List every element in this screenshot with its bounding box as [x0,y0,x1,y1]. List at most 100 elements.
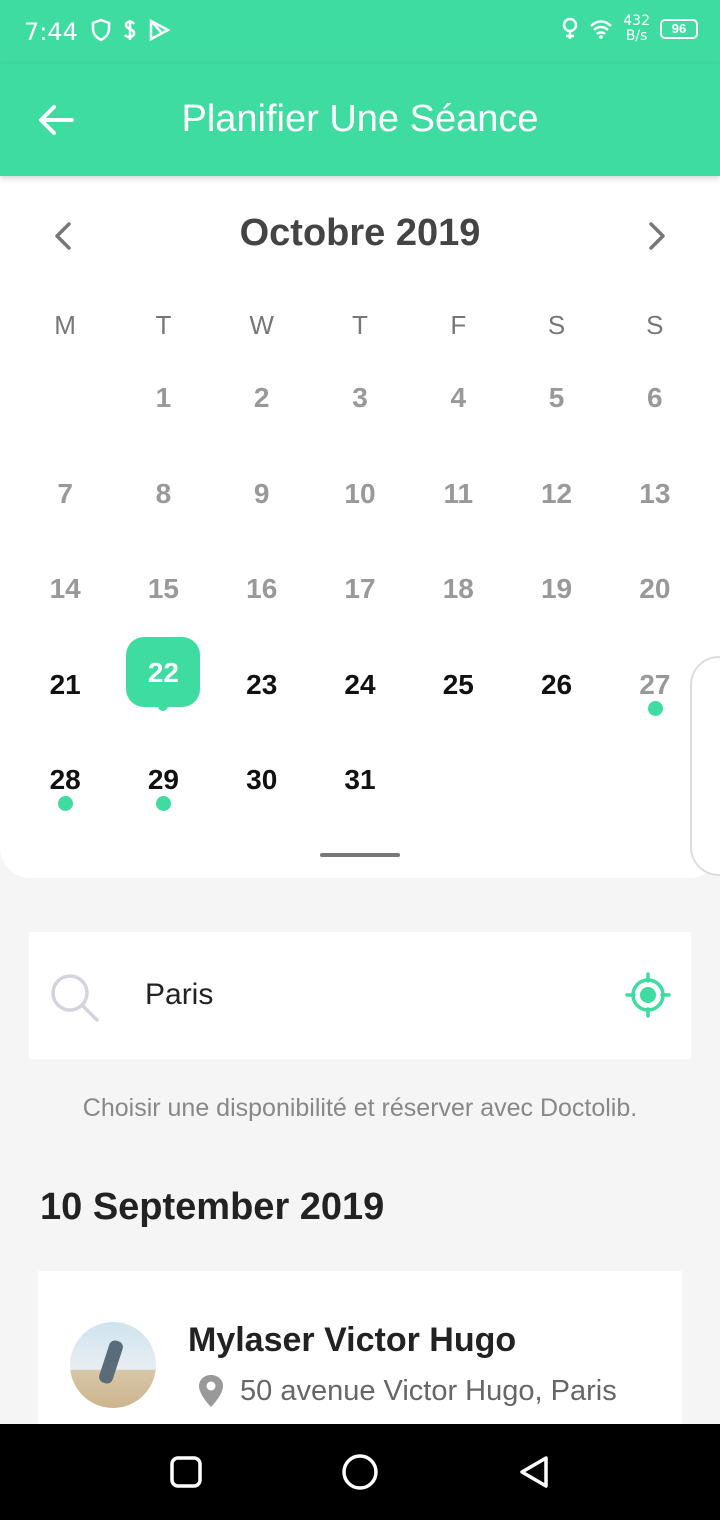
calendar-day-number: 8 [155,477,172,509]
calendar-empty-cell [409,732,507,828]
calendar-day[interactable]: 23 [213,637,311,733]
availability-dot [58,796,73,811]
calendar-month-label: Octobre 2019 [239,212,481,254]
chevron-right-icon[interactable] [636,216,676,256]
my-location-icon[interactable] [625,972,671,1018]
page-title: Planifier Une Séance [181,98,539,140]
practitioner-card[interactable]: Mylaser Victor Hugo 50 avenue Victor Hug… [38,1271,682,1441]
notification-icons [90,18,170,42]
calendar-day-number: 11 [443,477,474,509]
side-panel-tab[interactable] [690,656,720,876]
calendar-day[interactable]: 3 [311,350,409,446]
search-input[interactable]: Paris [145,978,213,1012]
calendar-day[interactable]: 20 [606,541,704,637]
calendar-day[interactable]: 15 [114,541,212,637]
location-search[interactable]: Paris [29,932,691,1059]
calendar-day[interactable]: 28 [16,732,114,828]
calendar-day[interactable]: 14 [16,541,114,637]
calendar-day[interactable]: 10 [311,446,409,542]
back-triangle-icon[interactable] [514,1452,554,1492]
wifi-icon [590,20,613,39]
weekday-label: F [450,310,467,340]
calendar-empty-cell [16,350,114,446]
calendar-day[interactable]: 4 [409,350,507,446]
calendar-day[interactable]: 29 [114,732,212,828]
calendar-day-number: 12 [540,477,573,509]
calendar-day[interactable]: 16 [213,541,311,637]
calendar-day-number: 5 [548,382,565,413]
calendar-day[interactable]: 7 [16,446,114,542]
calendar-week-row: 14 15 16 17 18 19 20 [16,541,704,637]
calendar-day-number: 31 [344,764,376,795]
calendar-day-number: 16 [246,573,278,604]
calendar-day[interactable]: 5 [507,350,605,446]
calendar-day-number: 17 [344,573,376,604]
search-icon [51,974,99,1022]
selected-day-marker [158,700,169,711]
calendar: Octobre 2019 M T W T F S S 1 2 3 4 5 6 7 8 9 10 11… [0,176,720,878]
calendar-day[interactable]: 17 [311,541,409,637]
calendar-day-number: 14 [49,573,81,604]
weekday-header: M T W T F S S [16,310,704,341]
drag-handle[interactable] [320,853,400,857]
calendar-day-selected[interactable]: 22 [114,636,212,733]
weekday-label: T [155,310,172,340]
dollar-icon [123,20,136,40]
calendar-day[interactable]: 8 [114,446,212,542]
calendar-day-number: 3 [352,382,368,413]
calendar-day[interactable]: 6 [606,350,704,446]
calendar-day[interactable]: 26 [507,637,605,733]
calendar-day[interactable]: 25 [409,637,507,733]
calendar-day-number: 6 [647,382,663,413]
shield-icon [91,18,111,42]
calendar-day[interactable]: 18 [409,541,507,637]
avatar [70,1322,156,1408]
calendar-day-number: 22 [147,656,179,688]
weekday-label: T [352,310,368,340]
calendar-week-row: 7 8 9 10 11 12 13 [16,446,704,542]
net-speed-unit: B/s [625,28,648,44]
calendar-day-number: 23 [246,668,278,700]
system-status-icons: 432 B/s 96 [561,14,698,44]
calendar-day-number: 26 [540,668,573,700]
calendar-day-number: 29 [147,764,179,795]
map-pin-icon [199,1375,223,1407]
calendar-day[interactable]: 11 [409,446,507,542]
recent-apps-icon[interactable] [166,1452,206,1492]
hint-text: Choisir une disponibilité et réserver av… [82,1094,638,1122]
calendar-day[interactable]: 2 [213,350,311,446]
net-speed-value: 432 [623,13,650,29]
app-bar: Planifier Une Séance [0,64,720,176]
status-time: 7:44 [24,18,78,46]
calendar-week-row: 1 2 3 4 5 6 [16,350,704,446]
weekday-label: M [54,310,76,340]
calendar-day-number: 1 [155,382,172,413]
calendar-day-number: 25 [442,668,474,700]
calendar-day[interactable]: 13 [606,446,704,542]
calendar-day[interactable]: 19 [507,541,605,637]
calendar-day[interactable]: 31 [311,732,409,828]
calendar-day-number: 9 [253,477,270,509]
calendar-day[interactable]: 21 [16,637,114,733]
availability-dot [156,796,172,811]
calendar-day[interactable]: 12 [507,446,605,542]
date-heading: 10 September 2019 [40,1186,385,1228]
calendar-day[interactable]: 9 [213,446,311,542]
calendar-day-number: 4 [450,382,467,413]
calendar-week-row: 21 22 23 24 25 26 27 [16,636,704,733]
calendar-day-number: 18 [442,573,474,604]
calendar-day[interactable]: 1 [114,350,212,446]
calendar-day-number: 30 [246,764,278,795]
calendar-day-number: 13 [639,477,671,509]
home-icon[interactable] [340,1452,380,1492]
practitioner-address: 50 avenue Victor Hugo, Paris [240,1375,617,1407]
calendar-day-number: 21 [49,668,81,700]
availability-dot [647,700,663,716]
calendar-day-number: 28 [49,764,81,795]
calendar-empty-cell [507,732,605,828]
calendar-day[interactable]: 24 [311,637,409,733]
location-icon [563,17,578,39]
calendar-day-number: 15 [147,573,179,604]
calendar-day-number: 2 [253,382,270,413]
calendar-day[interactable]: 30 [213,732,311,828]
